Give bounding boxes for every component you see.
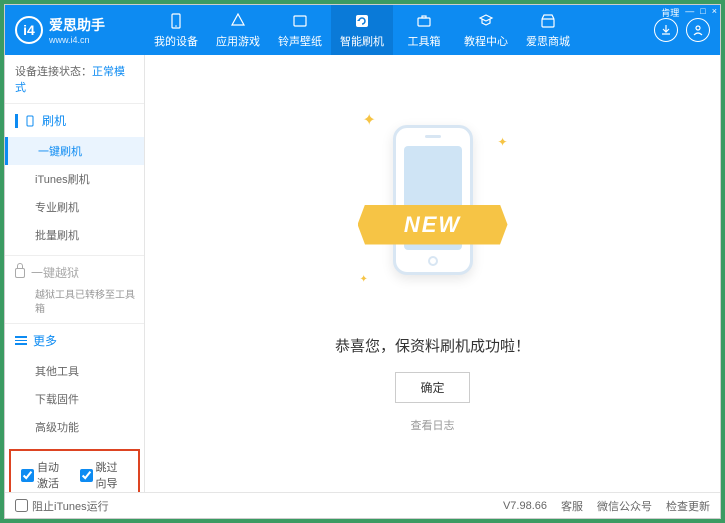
download-icon[interactable] xyxy=(654,18,678,42)
success-message: 恭喜您，保资料刷机成功啦！ xyxy=(335,335,530,356)
wechat-link[interactable]: 微信公众号 xyxy=(597,498,652,514)
body: 设备连接状态：正常模式 刷机 一键刷机 iTunes刷机 专业刷机 批量刷机 xyxy=(5,55,720,492)
flash-icon xyxy=(353,12,371,30)
connection-status: 设备连接状态：正常模式 xyxy=(5,55,144,104)
sidebar-flash-section: 刷机 一键刷机 iTunes刷机 专业刷机 批量刷机 xyxy=(5,104,144,256)
section-indicator-icon xyxy=(15,114,18,128)
sidebar-item-download-fw[interactable]: 下载固件 xyxy=(35,385,144,413)
phone-body xyxy=(393,125,473,275)
app-logo-icon: i4 xyxy=(15,16,43,44)
service-link[interactable]: 客服 xyxy=(561,498,583,514)
phone-illustration: ✦ ✦ ✦ NEW xyxy=(368,115,498,315)
toolbox-icon xyxy=(415,12,433,30)
nav-smart-flash[interactable]: 智能刷机 xyxy=(331,5,393,55)
sidebar-item-other-tools[interactable]: 其他工具 xyxy=(35,357,144,385)
sidebar-item-advanced[interactable]: 高级功能 xyxy=(35,413,144,441)
jailbreak-note: 越狱工具已转移至工具箱 xyxy=(35,289,144,317)
sparkle-icon: ✦ xyxy=(363,110,376,130)
app-url: www.i4.cn xyxy=(49,35,105,45)
win-ctrl-close[interactable]: × xyxy=(712,6,717,19)
sidebar-jailbreak-section: 一键越狱 越狱工具已转移至工具箱 xyxy=(5,256,144,324)
logo-area: i4 爱思助手 www.i4.cn xyxy=(5,15,145,45)
version-label: V7.98.66 xyxy=(503,500,547,512)
sidebar-item-batch-flash[interactable]: 批量刷机 xyxy=(35,221,144,249)
sparkle-icon: ✦ xyxy=(360,274,368,285)
sidebar-item-itunes-flash[interactable]: iTunes刷机 xyxy=(35,165,144,193)
nav-toolbox[interactable]: 工具箱 xyxy=(393,5,455,55)
window-controls: 肯理 — □ × xyxy=(661,6,717,19)
ok-button[interactable]: 确定 xyxy=(395,372,469,403)
menu-icon xyxy=(15,336,27,345)
nav-tabs: 我的设备 应用游戏 铃声壁纸 智能刷机 工具箱 教程中心 xyxy=(145,5,644,55)
store-icon xyxy=(539,12,557,30)
sidebar-more-section: 更多 其他工具 下载固件 高级功能 xyxy=(5,324,144,447)
win-ctrl-menu[interactable]: 肯理 xyxy=(661,6,679,19)
nav-tutorials[interactable]: 教程中心 xyxy=(455,5,517,55)
sidebar-flash-head[interactable]: 刷机 xyxy=(5,104,144,137)
sidebar-item-pro-flash[interactable]: 专业刷机 xyxy=(35,193,144,221)
user-icon[interactable] xyxy=(686,18,710,42)
win-ctrl-min[interactable]: — xyxy=(685,6,694,19)
nav-my-device[interactable]: 我的设备 xyxy=(145,5,207,55)
phone-icon xyxy=(24,115,36,127)
checkbox-skip-setup[interactable]: 跳过向导 xyxy=(80,459,129,491)
statusbar: 阻止iTunes运行 V7.98.66 客服 微信公众号 检查更新 xyxy=(5,492,720,518)
win-ctrl-max[interactable]: □ xyxy=(700,6,705,19)
view-log-link[interactable]: 查看日志 xyxy=(411,417,455,433)
sidebar: 设备连接状态：正常模式 刷机 一键刷机 iTunes刷机 专业刷机 批量刷机 xyxy=(5,55,145,492)
lock-icon xyxy=(15,268,25,278)
block-itunes-checkbox[interactable]: 阻止iTunes运行 xyxy=(15,498,109,514)
app-title: 爱思助手 xyxy=(49,15,105,35)
sidebar-jailbreak-head: 一键越狱 xyxy=(5,256,144,289)
sidebar-more-head[interactable]: 更多 xyxy=(5,324,144,357)
update-link[interactable]: 检查更新 xyxy=(666,498,710,514)
main-content: ✦ ✦ ✦ NEW 恭喜您，保资料刷机成功啦！ 确定 查看日志 xyxy=(145,55,720,492)
nav-store[interactable]: 爱思商城 xyxy=(517,5,579,55)
new-badge: NEW xyxy=(358,205,508,245)
app-window: 肯理 — □ × i4 爱思助手 www.i4.cn 我的设备 应用游戏 铃声壁… xyxy=(4,4,721,519)
sparkle-icon: ✦ xyxy=(497,135,507,149)
tutorial-icon xyxy=(477,12,495,30)
nav-ringtones[interactable]: 铃声壁纸 xyxy=(269,5,331,55)
ringtone-icon xyxy=(291,12,309,30)
checkbox-options: 自动激活 跳过向导 xyxy=(9,449,140,492)
checkbox-auto-activate[interactable]: 自动激活 xyxy=(21,459,70,491)
titlebar-right xyxy=(644,18,720,42)
nav-apps[interactable]: 应用游戏 xyxy=(207,5,269,55)
titlebar: i4 爱思助手 www.i4.cn 我的设备 应用游戏 铃声壁纸 智能刷机 xyxy=(5,5,720,55)
sidebar-item-oneclick-flash[interactable]: 一键刷机 xyxy=(5,137,144,165)
apps-icon xyxy=(229,12,247,30)
device-icon xyxy=(167,12,185,30)
